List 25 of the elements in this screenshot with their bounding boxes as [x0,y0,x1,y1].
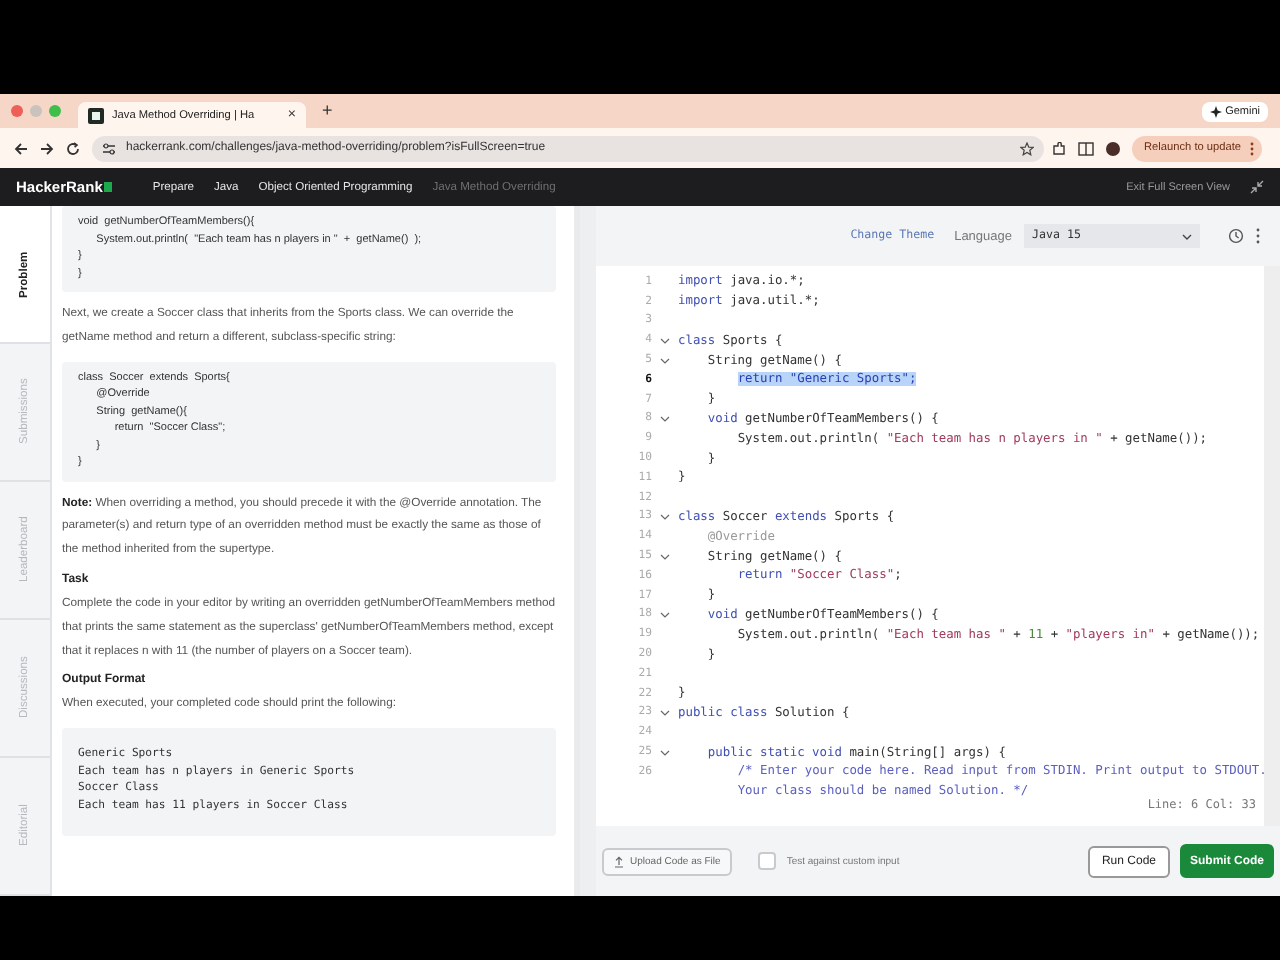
fold-chevron-icon[interactable] [660,553,670,560]
chevron-down-icon [1182,233,1192,239]
fold-chevron-icon[interactable] [660,749,670,756]
reload-icon[interactable] [66,141,80,155]
history-icon[interactable] [1228,228,1244,244]
page-favicon-icon [88,107,104,123]
collapse-arrows-icon[interactable] [1250,180,1264,194]
fold-chevron-icon[interactable] [660,415,670,422]
custom-input-checkbox[interactable] [758,852,777,870]
fold-chevron-icon[interactable] [660,337,670,344]
fold-chevron-icon[interactable] [660,513,670,520]
more-vertical-icon [1249,141,1254,155]
back-arrow-icon[interactable] [14,141,28,155]
fold-chevron-icon[interactable] [660,357,670,364]
avatar[interactable] [1106,141,1120,155]
sparkle-icon [1209,105,1222,117]
star-icon[interactable] [1020,141,1034,155]
fold-chevron-icon[interactable] [660,709,670,716]
forward-arrow-icon[interactable] [40,141,54,155]
upload-icon [614,855,624,867]
new-tab-button[interactable]: + [322,102,333,120]
split-view-icon[interactable] [1078,141,1094,155]
fold-chevron-icon[interactable] [660,611,670,618]
puzzle-piece-icon[interactable] [1052,141,1066,155]
site-settings-icon[interactable] [102,141,116,155]
